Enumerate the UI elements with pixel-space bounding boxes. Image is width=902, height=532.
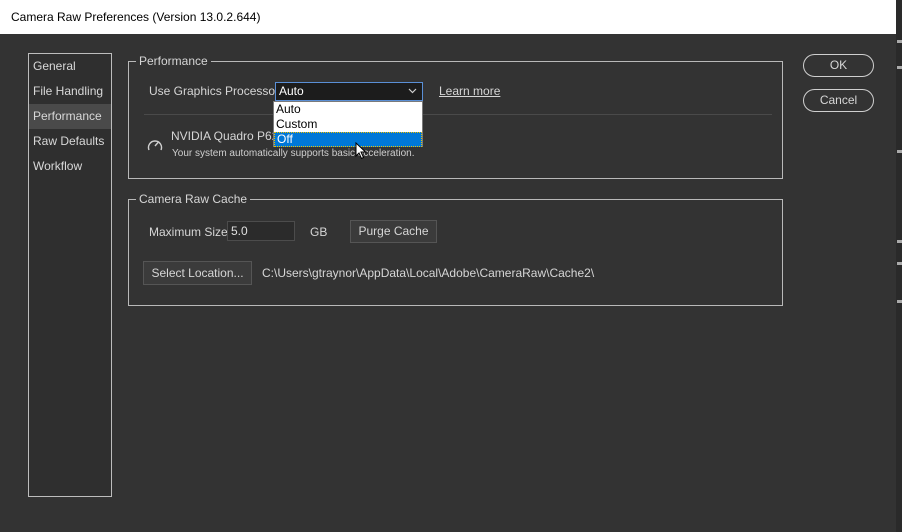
sidebar-item-workflow[interactable]: Workflow bbox=[29, 154, 111, 179]
sidebar-item-performance[interactable]: Performance bbox=[29, 104, 111, 129]
sidebar-item-file-handling[interactable]: File Handling bbox=[29, 79, 111, 104]
sidebar-item-general[interactable]: General bbox=[29, 54, 111, 79]
performance-group: Performance Use Graphics Processor: Auto… bbox=[128, 54, 783, 179]
cancel-button[interactable]: Cancel bbox=[803, 89, 874, 112]
separator bbox=[144, 114, 772, 115]
cache-group-title: Camera Raw Cache bbox=[136, 192, 251, 206]
gpu-name: NVIDIA Quadro P620 bbox=[171, 129, 286, 143]
gauge-icon bbox=[147, 138, 163, 155]
gpu-select-value: Auto bbox=[279, 84, 304, 98]
purge-cache-button[interactable]: Purge Cache bbox=[350, 220, 437, 243]
gpu-label: Use Graphics Processor: bbox=[149, 84, 283, 98]
window-title: Camera Raw Preferences (Version 13.0.2.6… bbox=[0, 0, 896, 34]
dropdown-option-off[interactable]: Off bbox=[274, 132, 422, 147]
background-strip bbox=[896, 0, 902, 532]
max-size-label: Maximum Size: bbox=[149, 225, 232, 239]
gpu-dropdown-list: Auto Custom Off bbox=[273, 101, 423, 147]
mouse-pointer-icon bbox=[355, 141, 369, 160]
cache-group: Camera Raw Cache Maximum Size: 5.0 GB Pu… bbox=[128, 192, 783, 306]
sidebar: General File Handling Performance Raw De… bbox=[28, 53, 112, 497]
dropdown-option-auto[interactable]: Auto bbox=[274, 102, 422, 117]
ok-button[interactable]: OK bbox=[803, 54, 874, 77]
select-location-button[interactable]: Select Location... bbox=[143, 261, 252, 285]
size-unit: GB bbox=[310, 225, 328, 239]
learn-more-link[interactable]: Learn more bbox=[439, 84, 500, 98]
gpu-select[interactable]: Auto bbox=[275, 82, 423, 101]
gpu-note: Your system automatically supports basic… bbox=[172, 148, 415, 159]
preferences-window: Camera Raw Preferences (Version 13.0.2.6… bbox=[0, 0, 896, 532]
dropdown-option-custom[interactable]: Custom bbox=[274, 117, 422, 132]
max-size-input[interactable]: 5.0 bbox=[227, 221, 295, 241]
performance-group-title: Performance bbox=[136, 54, 211, 68]
sidebar-item-raw-defaults[interactable]: Raw Defaults bbox=[29, 129, 111, 154]
cache-path: C:\Users\gtraynor\AppData\Local\Adobe\Ca… bbox=[262, 266, 595, 280]
